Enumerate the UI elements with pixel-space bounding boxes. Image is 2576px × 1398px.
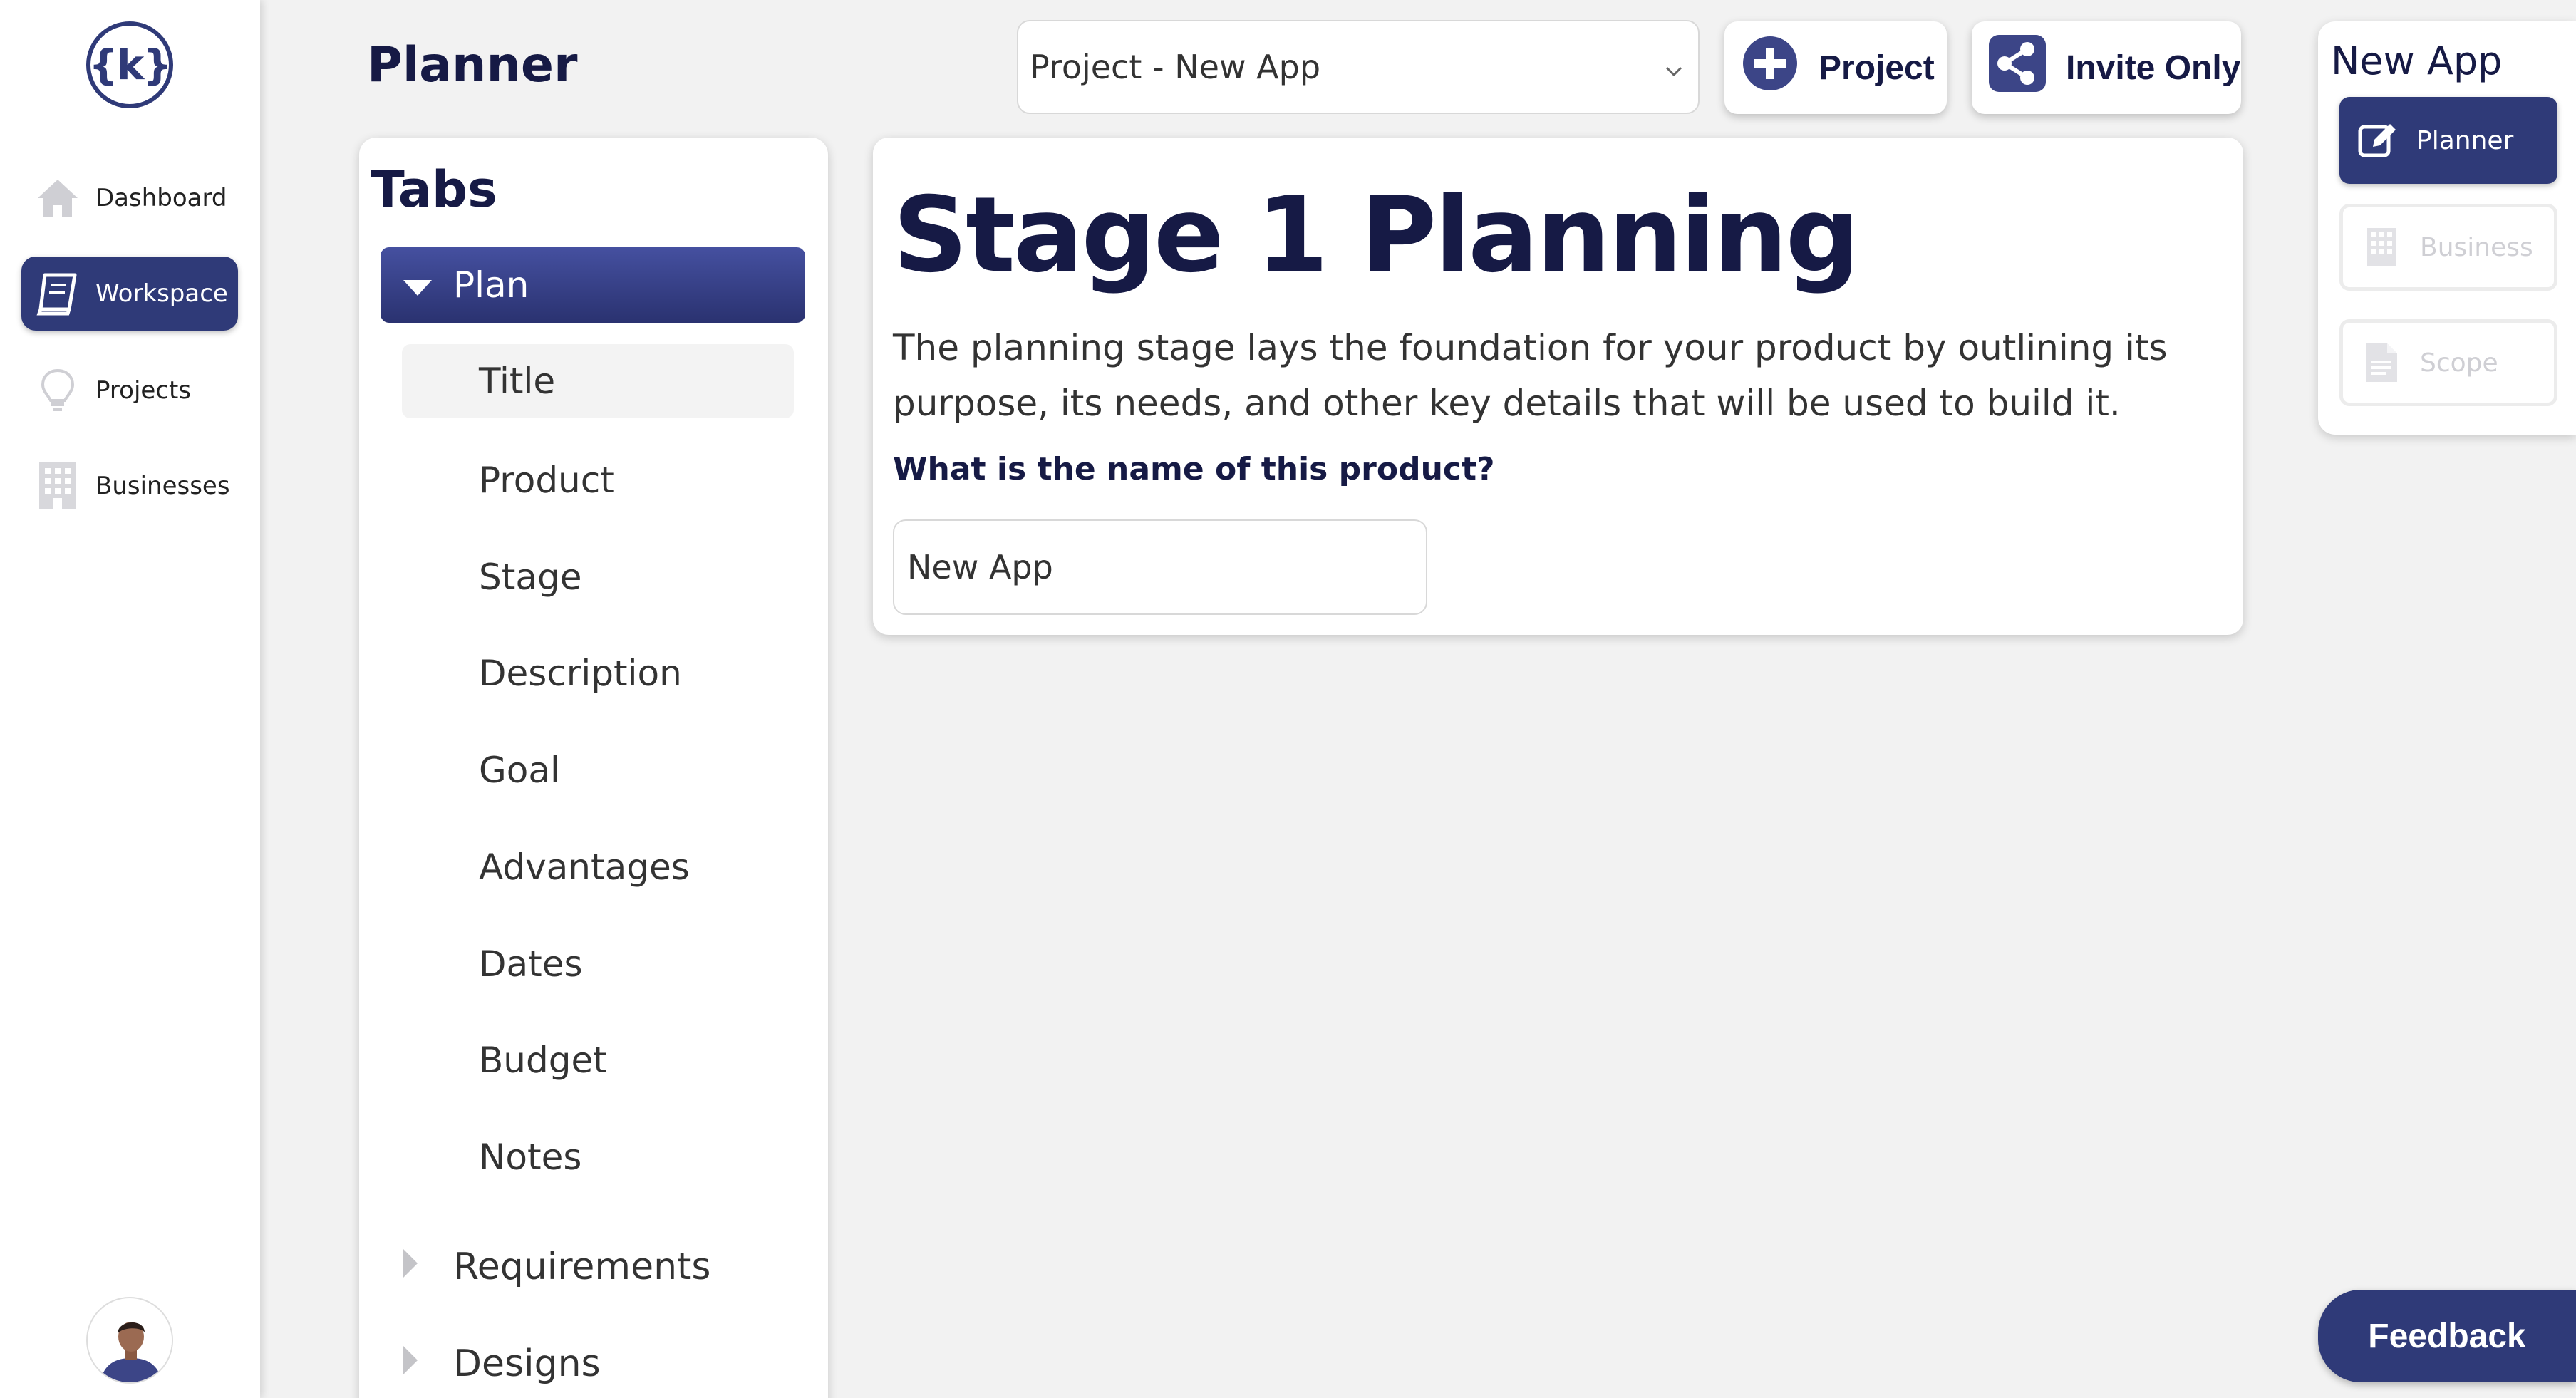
nav-item-workspace[interactable]: Workspace xyxy=(21,257,238,331)
project-sections-panel: New App Planner Business Scope xyxy=(2318,21,2576,435)
document-icon xyxy=(2360,341,2403,384)
nav-item-businesses[interactable]: Businesses xyxy=(21,449,238,523)
section-business-button[interactable]: Business xyxy=(2339,204,2557,291)
tab-item-description[interactable]: Description xyxy=(402,636,794,710)
plus-circle-icon xyxy=(1742,35,1799,100)
tab-item-title[interactable]: Title xyxy=(402,344,794,418)
building-icon xyxy=(33,461,83,511)
tabs-title: Tabs xyxy=(371,160,497,219)
product-name-question: What is the name of this product? xyxy=(893,451,1495,487)
add-project-button[interactable]: Project xyxy=(1724,21,1947,114)
planning-card: Stage 1 Planning The planning stage lays… xyxy=(873,138,2243,635)
product-name-input[interactable] xyxy=(893,519,1427,615)
stage-description: The planning stage lays the foundation f… xyxy=(893,327,2168,424)
building-icon xyxy=(2360,226,2403,269)
lightbulb-icon xyxy=(33,366,83,415)
tabs-panel: Tabs Plan Title Product Stage Descriptio… xyxy=(359,138,828,1398)
tab-item-product[interactable]: Product xyxy=(402,443,794,517)
share-label: Invite Only xyxy=(2066,48,2241,87)
tab-group-label: Plan xyxy=(453,264,529,306)
project-select[interactable]: Project - New App xyxy=(1017,20,1700,114)
home-icon xyxy=(33,173,83,223)
tab-item-label: Title xyxy=(479,361,556,402)
tab-item-label: Goal xyxy=(479,750,560,791)
add-project-label: Project xyxy=(1819,48,1935,87)
tab-group-requirements[interactable]: Requirements xyxy=(402,1235,711,1299)
page-title: Planner xyxy=(367,37,578,93)
tab-item-goal[interactable]: Goal xyxy=(402,733,794,807)
tab-item-label: Advantages xyxy=(479,846,690,888)
app-logo[interactable]: {k} xyxy=(86,21,173,108)
tab-item-label: Dates xyxy=(479,943,583,985)
project-name-title: New App xyxy=(2331,38,2503,83)
tab-group-label: Designs xyxy=(453,1342,601,1385)
left-navigation: {k} Dashboard Workspace Projects Busines… xyxy=(0,0,260,1398)
tab-item-notes[interactable]: Notes xyxy=(402,1120,794,1194)
tab-group-plan[interactable]: Plan xyxy=(381,247,805,323)
share-icon xyxy=(1989,35,2046,100)
nav-item-projects[interactable]: Projects xyxy=(21,353,238,428)
caret-down-icon xyxy=(402,264,433,306)
section-label: Scope xyxy=(2420,348,2498,378)
edit-icon xyxy=(2357,119,2399,162)
chevron-down-icon xyxy=(1664,48,1684,86)
stage-heading: Stage 1 Planning xyxy=(893,175,1860,296)
section-label: Planner xyxy=(2416,125,2514,155)
nav-item-label: Businesses xyxy=(95,472,230,500)
tab-group-label: Requirements xyxy=(453,1246,711,1288)
caret-right-icon xyxy=(402,1342,419,1385)
share-button[interactable]: Invite Only xyxy=(1972,21,2241,114)
section-label: Business xyxy=(2420,232,2533,262)
tab-item-label: Stage xyxy=(479,556,582,598)
nav-item-label: Workspace xyxy=(95,279,228,308)
nav-item-dashboard[interactable]: Dashboard xyxy=(21,161,238,235)
tab-item-stage[interactable]: Stage xyxy=(402,540,794,614)
feedback-button[interactable]: Feedback xyxy=(2318,1290,2576,1382)
user-avatar[interactable] xyxy=(86,1297,173,1384)
nav-item-label: Dashboard xyxy=(95,184,227,212)
tab-item-label: Budget xyxy=(479,1040,607,1081)
nav-item-label: Projects xyxy=(95,376,192,405)
section-planner-button[interactable]: Planner xyxy=(2339,97,2557,184)
tab-item-label: Product xyxy=(479,460,614,501)
project-select-value: Project - New App xyxy=(1030,48,1321,86)
caret-right-icon xyxy=(402,1246,419,1288)
section-scope-button[interactable]: Scope xyxy=(2339,319,2557,406)
tab-item-label: Description xyxy=(479,653,682,694)
tab-group-designs[interactable]: Designs xyxy=(402,1332,601,1396)
tab-item-label: Notes xyxy=(479,1136,582,1178)
tab-item-dates[interactable]: Dates xyxy=(402,927,794,1001)
tab-item-advantages[interactable]: Advantages xyxy=(402,830,794,904)
tab-item-budget[interactable]: Budget xyxy=(402,1023,794,1097)
notebook-icon xyxy=(33,269,83,319)
